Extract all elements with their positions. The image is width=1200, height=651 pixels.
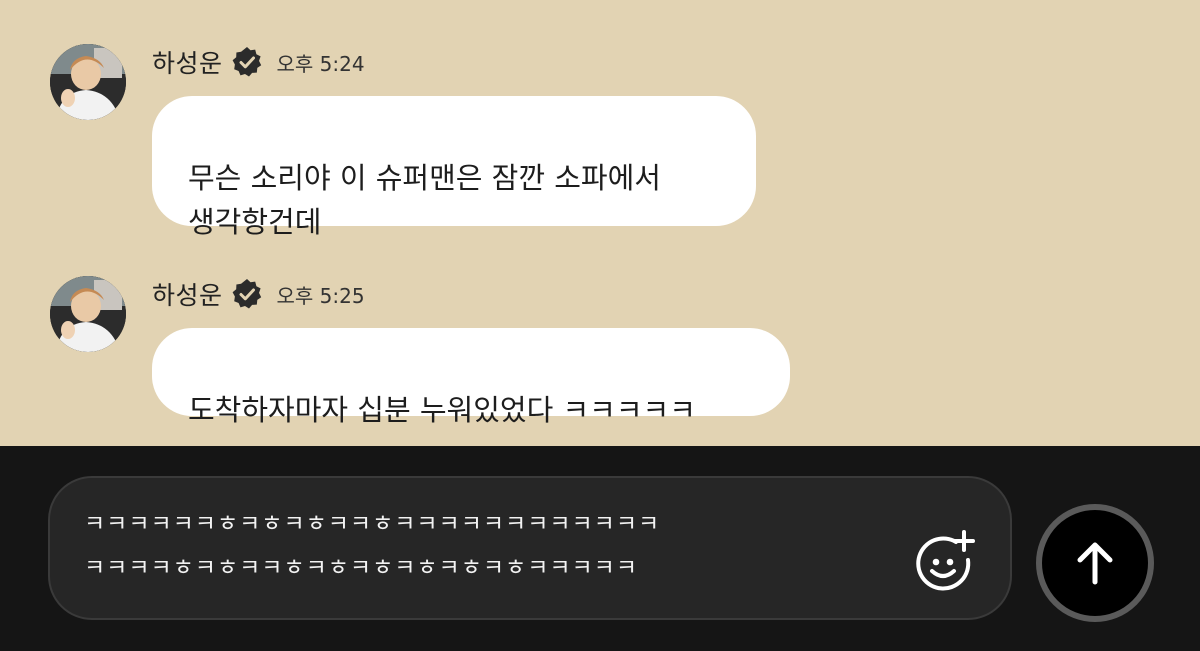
message-input[interactable]: ㅋㅋㅋㅋㅋㅋㅎㅋㅎㅋㅎㅋㅋㅎㅋㅋㅋㅋㅋㅋㅋㅋㅋㅋㅋㅋ ㅋㅋㅋㅋㅎㅋㅎㅋㅋㅎㅋㅎㅋ… (48, 476, 1012, 620)
avatar-photo (50, 44, 126, 120)
avatar[interactable] (50, 276, 126, 352)
message-text: 도착하자마자 십분 누워있었다 ㅋㅋㅋㅋㅋ (188, 393, 696, 427)
avatar-photo (50, 276, 126, 352)
message-bubble[interactable]: 도착하자마자 십분 누워있었다 ㅋㅋㅋㅋㅋ (152, 328, 790, 427)
message-bubble[interactable]: 무슨 소리야 이 슈퍼맨은 잠깐 소파에서 생각항건데 (152, 96, 756, 239)
arrow-up-icon (1077, 542, 1113, 585)
verified-badge-icon (231, 46, 263, 78)
message-time: 오후 5:24 (276, 51, 365, 76)
sender-row: 하성운 오후 5:25 (152, 276, 365, 312)
add-emoji-icon (916, 530, 975, 591)
sender-name: 하성운 (152, 281, 223, 310)
chat-area: 하성운 오후 5:24 무슨 소리야 이 슈퍼맨은 잠깐 소파에서 생각항건데 (0, 0, 1200, 446)
send-button[interactable] (1036, 504, 1154, 622)
message-time: 오후 5:25 (276, 283, 365, 308)
verified-badge-icon (231, 278, 263, 310)
composer-bar: ㅋㅋㅋㅋㅋㅋㅎㅋㅎㅋㅎㅋㅋㅎㅋㅋㅋㅋㅋㅋㅋㅋㅋㅋㅋㅋ ㅋㅋㅋㅋㅎㅋㅎㅋㅋㅎㅋㅎㅋ… (0, 446, 1200, 651)
sender-name: 하성운 (152, 49, 223, 78)
message-input-text[interactable]: ㅋㅋㅋㅋㅋㅋㅎㅋㅎㅋㅎㅋㅋㅎㅋㅋㅋㅋㅋㅋㅋㅋㅋㅋㅋㅋ ㅋㅋㅋㅋㅎㅋㅎㅋㅋㅎㅋㅎㅋ… (84, 502, 914, 590)
message-text: 무슨 소리야 이 슈퍼맨은 잠깐 소파에서 생각항건데 (188, 161, 661, 239)
add-emoji-button[interactable] (912, 530, 978, 596)
sender-row: 하성운 오후 5:24 (152, 44, 365, 80)
avatar[interactable] (50, 44, 126, 120)
